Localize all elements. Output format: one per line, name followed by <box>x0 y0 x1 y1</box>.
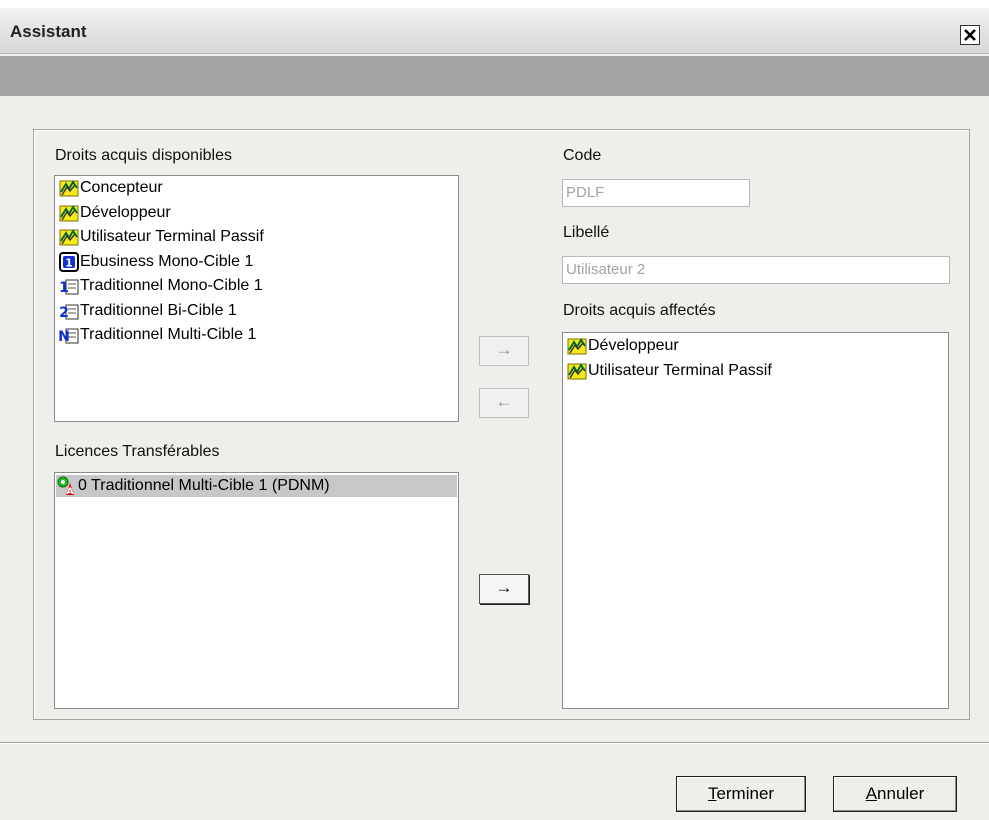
transfer-licence-icon: A <box>56 475 78 497</box>
assigned-right-item-label: Utilisateur Terminal Passif <box>588 362 772 379</box>
cancel-mnemonic: A <box>865 784 878 803</box>
role-icon <box>566 360 588 382</box>
assigned-rights-label: Droits acquis affectés <box>563 302 716 319</box>
assigned-right-item[interactable]: Utilisateur Terminal Passif <box>566 360 772 382</box>
header-banner <box>0 56 989 96</box>
window-title: Assistant <box>10 22 87 41</box>
libelle-field[interactable]: Utilisateur 2 <box>562 256 950 284</box>
available-right-item[interactable]: Concepteur <box>58 177 163 199</box>
footer-separator <box>0 742 989 744</box>
licence-1-icon: 1 <box>58 251 80 273</box>
available-right-item[interactable]: 2 Traditionnel Bi-Cible 1 <box>58 300 237 322</box>
transferable-licence-item-label: 0 Traditionnel Multi-Cible 1 (PDNM) <box>78 477 330 494</box>
available-right-item-label: Concepteur <box>80 179 163 196</box>
available-right-item[interactable]: Développeur <box>58 202 171 224</box>
close-icon[interactable] <box>960 25 980 45</box>
available-right-item-label: Traditionnel Multi-Cible 1 <box>80 326 257 343</box>
available-rights-list[interactable]: Concepteur Développeur Utilisateur Termina… <box>54 175 459 422</box>
libelle-label: Libellé <box>563 224 610 241</box>
available-rights-label: Droits acquis disponibles <box>55 147 232 164</box>
code-label: Code <box>563 147 602 164</box>
svg-text:2: 2 <box>59 305 69 321</box>
svg-text:1: 1 <box>59 280 69 296</box>
licence-n-doc-icon: N <box>58 324 80 346</box>
role-icon <box>566 335 588 357</box>
transfer-licence-button[interactable]: → <box>479 574 529 604</box>
licence-1-doc-icon: 1 <box>58 275 80 297</box>
licence-2-doc-icon: 2 <box>58 300 80 322</box>
available-right-item-label: Traditionnel Mono-Cible 1 <box>80 277 263 294</box>
available-right-item-label: Traditionnel Bi-Cible 1 <box>80 301 237 319</box>
transferable-licence-item[interactable]: A 0 Traditionnel Multi-Cible 1 (PDNM) <box>56 475 457 497</box>
available-right-item[interactable]: N Traditionnel Multi-Cible 1 <box>58 324 256 346</box>
title-bar: Assistant <box>0 8 989 54</box>
cancel-button[interactable]: Annuler <box>833 776 957 812</box>
available-right-item-label: Ebusiness Mono-Cible 1 <box>80 252 254 270</box>
available-right-item-label: Utilisateur Terminal Passif <box>80 228 264 245</box>
role-icon <box>58 226 80 248</box>
available-right-item[interactable]: 1 Traditionnel Mono-Cible 1 <box>58 275 263 297</box>
svg-text:N: N <box>58 329 70 345</box>
finish-button[interactable]: Terminer <box>676 776 806 812</box>
assigned-right-item-label: Développeur <box>588 337 679 354</box>
svg-text:1: 1 <box>65 256 73 269</box>
cancel-label: nnuler <box>877 784 925 803</box>
add-right-button[interactable]: → <box>479 336 529 366</box>
svg-text:A: A <box>67 487 74 497</box>
assigned-rights-list[interactable]: Développeur Utilisateur Terminal Passif <box>562 332 949 709</box>
transferable-licences-list[interactable]: A 0 Traditionnel Multi-Cible 1 (PDNM) <box>54 472 459 709</box>
transferable-licences-label: Licences Transférables <box>55 443 220 460</box>
role-icon <box>58 177 80 199</box>
assigned-right-item[interactable]: Développeur <box>566 335 679 357</box>
remove-right-button[interactable]: ← <box>479 388 529 418</box>
finish-label: erminer <box>716 784 775 803</box>
code-field[interactable]: PDLF <box>562 179 750 207</box>
role-icon <box>58 202 80 224</box>
available-right-item[interactable]: Utilisateur Terminal Passif <box>58 226 264 248</box>
available-right-item[interactable]: 1 Ebusiness Mono-Cible 1 <box>58 251 253 273</box>
available-right-item-label: Développeur <box>80 203 171 221</box>
